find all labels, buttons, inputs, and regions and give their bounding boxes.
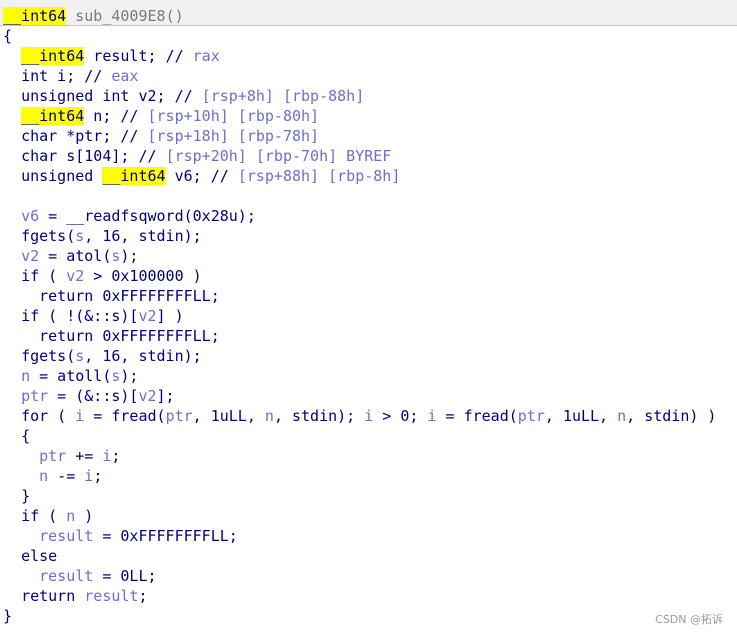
code-line: else <box>21 547 58 565</box>
code-line: n = atoll(s); <box>21 367 139 385</box>
function-name: sub_4009E8 <box>66 7 166 25</box>
code-line: result = 0LL; <box>39 567 157 585</box>
decl-v2: unsigned int v2; // [rsp+8h] [rbp-88h] <box>21 87 365 105</box>
code-line: ptr += i; <box>39 447 121 465</box>
code-line: result = 0xFFFFFFFFLL; <box>39 527 238 545</box>
decl-ptr: char *ptr; // [rsp+18h] [rbp-78h] <box>21 127 320 145</box>
decl-v6: unsigned __int64 v6; // [rsp+88h] [rbp-8… <box>21 167 401 185</box>
code-line: return 0xFFFFFFFFLL; <box>39 327 220 345</box>
code-line: if ( v2 > 0x100000 ) <box>21 267 202 285</box>
return-type: __int64 <box>3 7 67 25</box>
code-line: { <box>21 427 31 445</box>
code-line: } <box>21 487 31 505</box>
code-line: } <box>3 607 13 625</box>
code-line: n -= i; <box>39 467 103 485</box>
decl-s: char s[104]; // [rsp+20h] [rbp-70h] BYRE… <box>21 147 392 165</box>
code-line: fgets(s, 16, stdin); <box>21 227 202 245</box>
function-signature: __int64 sub_4009E8() <box>3 7 184 25</box>
decl-n: __int64 n; // [rsp+10h] [rbp-80h] <box>21 107 320 125</box>
code-line: return 0xFFFFFFFFLL; <box>39 287 220 305</box>
code-line: if ( !(&::s)[v2] ) <box>21 307 184 325</box>
decl-result: __int64 result; // rax <box>21 47 220 65</box>
code-line: for ( i = fread(ptr, 1uLL, n, stdin); i … <box>21 407 717 425</box>
code-line: ptr = (&::s)[v2]; <box>21 387 175 405</box>
code-line: fgets(s, 16, stdin); <box>21 347 202 365</box>
code-line: v2 = atol(s); <box>21 247 139 265</box>
code-line: if ( n ) <box>21 507 94 525</box>
decl-i: int i; // eax <box>21 67 139 85</box>
code-line: v6 = __readfsqword(0x28u); <box>21 207 256 225</box>
code-line: return result; <box>21 587 148 605</box>
code-line: { <box>3 27 13 45</box>
csdn-watermark: CSDN @拓诉 <box>655 613 723 626</box>
pseudocode-view[interactable]: __int64 sub_4009E8() { __int64 result; /… <box>3 6 733 626</box>
